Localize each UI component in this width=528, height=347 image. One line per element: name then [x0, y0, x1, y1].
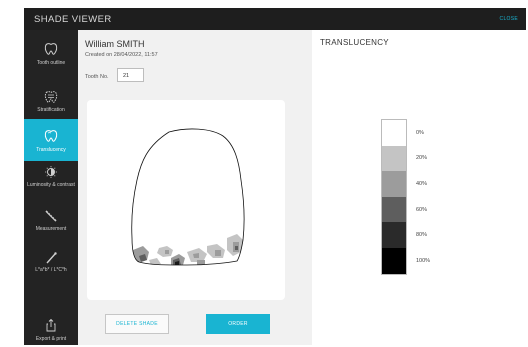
scale-swatch [382, 120, 406, 146]
scale-label: 100% [416, 257, 431, 264]
tooth-outline-icon [44, 42, 58, 56]
scale-label: 20% [416, 155, 428, 162]
sidebar-item-measurement[interactable]: Measurement [24, 203, 78, 245]
translucency-scale [381, 119, 407, 275]
sidebar-item-label: Export & print [35, 336, 67, 342]
sidebar-item-luminosity[interactable]: Luminosity & contrast [24, 163, 78, 205]
sidebar-item-translucency[interactable]: Translucency [24, 119, 78, 161]
sidebar-item-label: Tooth outline [36, 60, 66, 66]
translucency-panel: TRANSLUCENCY 0% 20% 40% 60% 80% 100% [312, 30, 526, 345]
translucency-overlay [131, 234, 245, 265]
sidebar-item-export[interactable]: Export & print [24, 303, 78, 345]
tooth-translucency-map [131, 128, 245, 266]
measurement-icon [44, 209, 58, 223]
created-date: Created on 28/04/2022, 11:57 [85, 52, 158, 58]
scale-label: 0% [416, 129, 424, 136]
sidebar-item-label: Measurement [35, 226, 67, 232]
scale-swatch [382, 196, 406, 223]
tooth-image-card [87, 100, 285, 300]
app-window: SHADE VIEWER CLOSE Tooth outline Stratif… [24, 8, 526, 345]
sidebar-item-lab[interactable]: L*a*b* / L*C*h [24, 245, 78, 287]
scale-label: 60% [416, 206, 428, 213]
tooth-number-label: Tooth No. [85, 74, 109, 80]
scale-swatch [382, 145, 406, 172]
order-button[interactable]: ORDER [206, 314, 270, 334]
app-title: SHADE VIEWER [34, 14, 112, 25]
sidebar-item-label: Luminosity & contrast [27, 182, 75, 188]
sidebar-item-tooth-outline[interactable]: Tooth outline [24, 30, 78, 72]
luminosity-icon [44, 165, 58, 179]
export-icon [44, 318, 58, 332]
scale-label: 40% [416, 181, 428, 187]
sidebar-item-label: L*a*b* / L*C*h [35, 267, 67, 273]
top-bar: SHADE VIEWER CLOSE [24, 8, 526, 30]
lab-icon [44, 251, 58, 265]
tooth-number-field[interactable]: 21 [117, 68, 144, 82]
sidebar-item-label: Stratification [37, 107, 65, 113]
sidebar-item-label: Translucency [36, 147, 66, 153]
patient-name: William SMITH [85, 39, 145, 49]
scale-label: 80% [416, 232, 428, 239]
sidebar: Tooth outline Stratification Translucenc… [24, 30, 78, 345]
main-content: William SMITH Created on 28/04/2022, 11:… [78, 30, 526, 345]
scale-swatch [382, 222, 406, 248]
scale-swatch [382, 247, 406, 274]
shade-panel: William SMITH Created on 28/04/2022, 11:… [78, 30, 312, 345]
sidebar-item-stratification[interactable]: Stratification [24, 79, 78, 121]
scale-swatch [382, 171, 406, 197]
delete-shade-button[interactable]: DELETE SHADE [105, 314, 169, 334]
panel-title: TRANSLUCENCY [320, 38, 389, 47]
stratification-icon [44, 90, 58, 104]
translucency-icon [44, 129, 58, 143]
close-button[interactable]: CLOSE [500, 16, 518, 22]
